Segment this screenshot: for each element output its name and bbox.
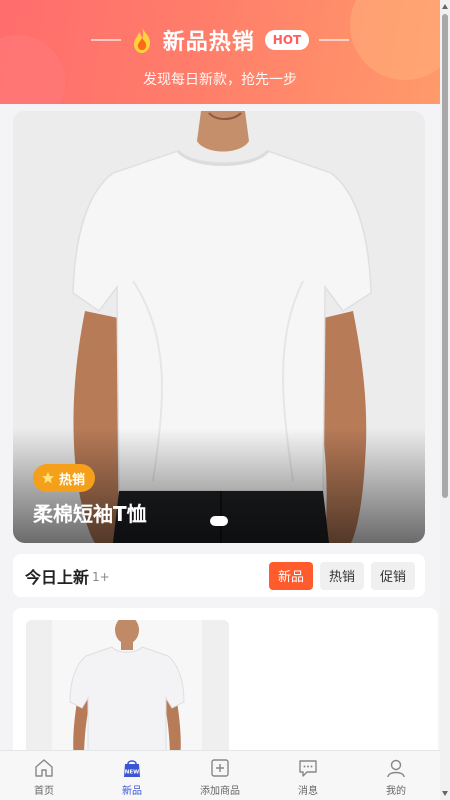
filter-chip-sale[interactable]: 促销 xyxy=(370,561,415,590)
hot-badge: HOT xyxy=(264,30,310,50)
bottom-nav: 首页 NEW 新品 添加商品 消息 我的 xyxy=(0,750,440,800)
filter-bar: 今日上新 1+ 新品 热销 促销 xyxy=(13,554,425,597)
star-icon xyxy=(42,472,54,484)
divider-line xyxy=(90,39,121,41)
nav-label: 首页 xyxy=(34,786,54,797)
hot-tag-label: 热销 xyxy=(59,472,86,488)
product-card[interactable] xyxy=(26,620,229,758)
message-icon xyxy=(299,760,317,777)
hero-banner[interactable]: 热销 柔棉短袖T恤 xyxy=(13,111,425,543)
carousel-indicator[interactable] xyxy=(210,516,228,526)
nav-item-messages[interactable]: 消息 xyxy=(264,751,352,800)
nav-item-add-product[interactable]: 添加商品 xyxy=(176,751,264,800)
filter-chip-new[interactable]: 新品 xyxy=(268,561,313,590)
flame-icon xyxy=(133,27,150,53)
section-title: 今日上新 xyxy=(25,567,90,587)
nav-label: 我的 xyxy=(386,786,406,797)
filter-chip-hot[interactable]: 热销 xyxy=(319,561,364,590)
scroll-down-arrow-icon[interactable] xyxy=(442,791,448,796)
page-subtitle: 发现每日新款，抢先一步 xyxy=(143,72,297,88)
nav-label: 添加商品 xyxy=(200,786,240,797)
nav-item-home[interactable]: 首页 xyxy=(0,751,88,800)
nav-label: 新品 xyxy=(122,786,142,797)
product-grid xyxy=(13,608,438,758)
user-icon xyxy=(387,759,405,778)
divider-line xyxy=(319,39,350,41)
new-bag-icon: NEW xyxy=(124,760,140,777)
header-banner: 新品热销 HOT 发现每日新款，抢先一步 xyxy=(0,0,440,104)
home-icon xyxy=(35,759,53,777)
page-scrollbar[interactable] xyxy=(440,0,450,800)
product-image xyxy=(26,620,229,758)
hero-product-title: 柔棉短袖T恤 xyxy=(33,502,147,526)
add-square-icon xyxy=(211,759,229,777)
scrollbar-thumb[interactable] xyxy=(442,14,448,498)
header-title-row: 新品热销 HOT xyxy=(0,24,440,56)
scroll-up-arrow-icon[interactable] xyxy=(442,4,448,9)
page-title: 新品热销 xyxy=(162,30,255,55)
hot-tag: 热销 xyxy=(33,464,96,492)
nav-label: 消息 xyxy=(298,786,318,797)
nav-item-profile[interactable]: 我的 xyxy=(352,751,440,800)
nav-item-new[interactable]: NEW 新品 xyxy=(88,751,176,800)
new-count: 1+ xyxy=(92,569,110,584)
svg-text:NEW: NEW xyxy=(125,770,139,776)
